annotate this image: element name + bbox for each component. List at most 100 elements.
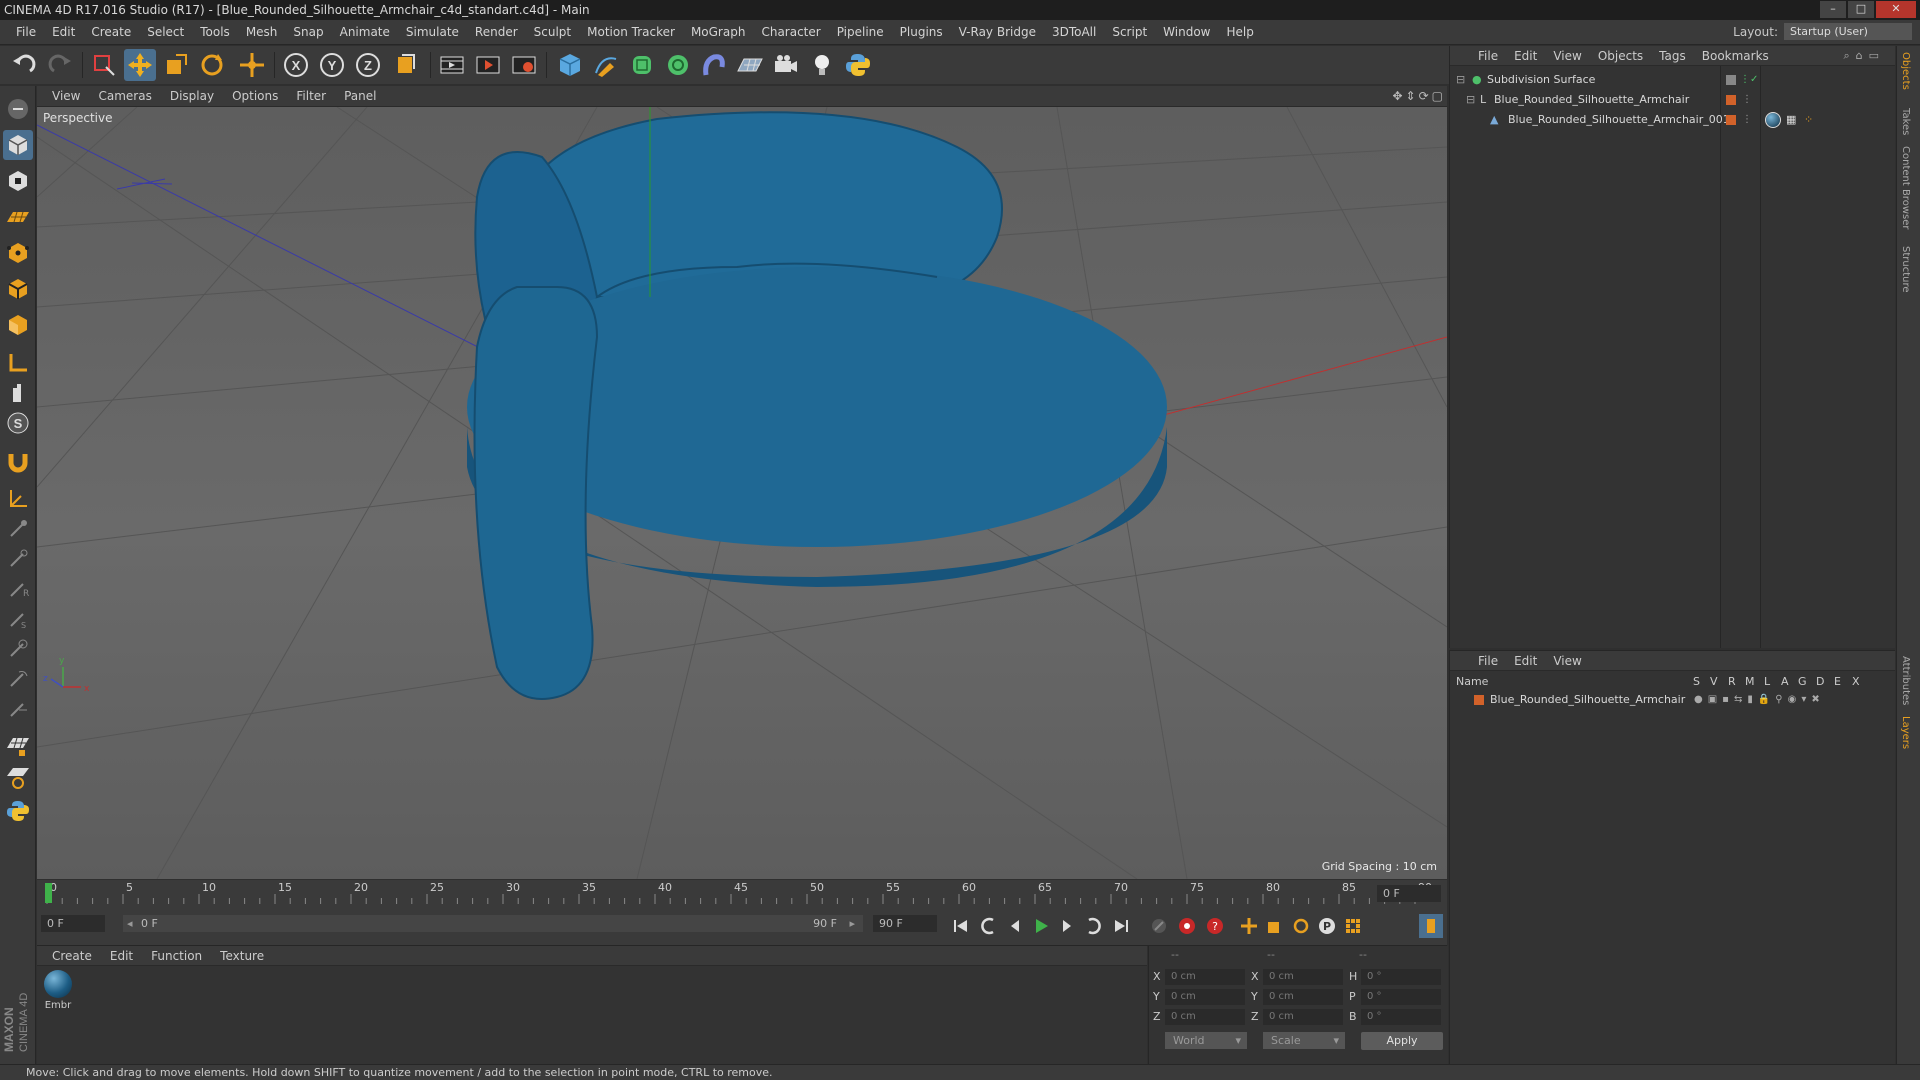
menu-select[interactable]: Select bbox=[139, 25, 192, 39]
layer-col-g[interactable]: G bbox=[1798, 675, 1807, 688]
menu-simulate[interactable]: Simulate bbox=[398, 25, 467, 39]
weight-tool-icon[interactable] bbox=[3, 694, 33, 724]
layer-col-m[interactable]: M bbox=[1745, 675, 1755, 688]
viewport-maximize-icon[interactable]: ▢ bbox=[1432, 89, 1443, 103]
texture-mode-icon[interactable] bbox=[3, 166, 33, 196]
menu-sculpt[interactable]: Sculpt bbox=[526, 25, 579, 39]
menu-plugins[interactable]: Plugins bbox=[892, 25, 951, 39]
menu-pipeline[interactable]: Pipeline bbox=[829, 25, 892, 39]
viewport-menu-panel[interactable]: Panel bbox=[335, 89, 385, 103]
object-search-icon[interactable]: ⌕⌂▭ bbox=[1843, 49, 1885, 63]
bridge-tool-icon[interactable]: R bbox=[3, 574, 33, 604]
material-swatch[interactable]: Embr bbox=[43, 970, 73, 1011]
spline-pen-icon[interactable] bbox=[590, 49, 622, 81]
workplane-mode-icon[interactable] bbox=[3, 202, 33, 232]
menu-help[interactable]: Help bbox=[1218, 25, 1261, 39]
coordinate-space-dropdown[interactable]: World ▾ bbox=[1165, 1032, 1247, 1049]
layer-col-d[interactable]: D bbox=[1816, 675, 1824, 688]
motion-record-icon[interactable] bbox=[1147, 914, 1171, 938]
cloner-icon[interactable] bbox=[662, 49, 694, 81]
render-picture-viewer-icon[interactable] bbox=[472, 49, 504, 81]
key-scale-icon[interactable] bbox=[1263, 914, 1287, 938]
material-menu-edit[interactable]: Edit bbox=[101, 949, 142, 963]
layer-col-a[interactable]: A bbox=[1781, 675, 1789, 688]
uvw-tag-icon[interactable]: ▦ bbox=[1786, 111, 1796, 129]
material-menu-texture[interactable]: Texture bbox=[211, 949, 273, 963]
key-pla-icon[interactable] bbox=[1341, 914, 1365, 938]
coordinate-system-icon[interactable] bbox=[390, 49, 422, 81]
menu-vray-bridge[interactable]: V-Ray Bridge bbox=[951, 25, 1044, 39]
layer-color-icon[interactable] bbox=[1726, 95, 1736, 105]
collapse-icon[interactable]: ⊟ bbox=[1466, 91, 1475, 109]
menu-tools[interactable]: Tools bbox=[192, 25, 238, 39]
start-frame-field[interactable]: 0 F bbox=[41, 915, 105, 932]
objects-menu-edit[interactable]: Edit bbox=[1506, 49, 1545, 63]
viewport-rotate-icon[interactable]: ⟳ bbox=[1419, 89, 1429, 103]
light-icon[interactable] bbox=[806, 49, 838, 81]
undo-icon[interactable] bbox=[8, 49, 40, 81]
axis-lock-icon[interactable] bbox=[3, 484, 33, 514]
side-tab-layers[interactable]: Layers bbox=[1900, 716, 1911, 749]
next-frame-icon[interactable] bbox=[1055, 914, 1079, 938]
object-row-armchair-001[interactable]: ▲ Blue_Rounded_Silhouette_Armchair_001 ⋮… bbox=[1450, 111, 1895, 129]
render-settings-icon[interactable] bbox=[508, 49, 540, 81]
menu-mograph[interactable]: MoGraph bbox=[683, 25, 754, 39]
layer-col-v[interactable]: V bbox=[1710, 675, 1718, 688]
side-tab-takes[interactable]: Takes bbox=[1900, 108, 1911, 135]
redo-icon[interactable] bbox=[44, 49, 76, 81]
layers-menu-edit[interactable]: Edit bbox=[1506, 654, 1545, 668]
points-mode-icon[interactable] bbox=[3, 238, 33, 268]
menu-character[interactable]: Character bbox=[753, 25, 828, 39]
side-tab-objects[interactable]: Objects bbox=[1900, 52, 1911, 90]
objects-menu-view[interactable]: View bbox=[1545, 49, 1589, 63]
material-menu-function[interactable]: Function bbox=[142, 949, 211, 963]
rotation-p-field[interactable]: 0 ° bbox=[1361, 989, 1441, 1005]
edges-mode-icon[interactable] bbox=[3, 274, 33, 304]
timeline-layout-icon[interactable] bbox=[1419, 914, 1443, 938]
menu-mesh[interactable]: Mesh bbox=[238, 25, 286, 39]
viewport-menu-display[interactable]: Display bbox=[161, 89, 223, 103]
rotate-tool-icon[interactable] bbox=[196, 49, 228, 81]
menu-file[interactable]: File bbox=[8, 25, 44, 39]
viewport-menu-view[interactable]: View bbox=[43, 89, 89, 103]
scale-tool-icon[interactable] bbox=[160, 49, 192, 81]
tweak-mode-icon[interactable] bbox=[3, 378, 33, 408]
x-axis-lock-icon[interactable]: X bbox=[280, 49, 312, 81]
menu-window[interactable]: Window bbox=[1155, 25, 1218, 39]
go-to-end-icon[interactable] bbox=[1109, 914, 1133, 938]
brush-tool-icon[interactable] bbox=[3, 514, 33, 544]
menu-script[interactable]: Script bbox=[1104, 25, 1155, 39]
magnet-icon[interactable] bbox=[3, 446, 33, 476]
record-keys-icon[interactable] bbox=[1175, 914, 1199, 938]
menu-3dtoall[interactable]: 3DToAll bbox=[1044, 25, 1104, 39]
layer-col-s[interactable]: S bbox=[1693, 675, 1700, 688]
side-tab-attributes[interactable]: Attributes bbox=[1900, 656, 1911, 705]
python-icon[interactable] bbox=[842, 49, 874, 81]
make-editable-icon[interactable] bbox=[3, 94, 33, 124]
key-parameter-icon[interactable]: P bbox=[1315, 914, 1339, 938]
extrude-tool-icon[interactable]: S bbox=[3, 604, 33, 634]
key-rotation-icon[interactable] bbox=[1289, 914, 1313, 938]
layer-col-r[interactable]: R bbox=[1728, 675, 1736, 688]
previous-key-icon[interactable] bbox=[977, 914, 1001, 938]
current-frame-field[interactable]: 0 F bbox=[1377, 885, 1441, 902]
y-axis-lock-icon[interactable]: Y bbox=[316, 49, 348, 81]
3d-viewport[interactable]: x y z Perspective Grid Spacing : 10 cm bbox=[37, 107, 1447, 879]
render-view-icon[interactable] bbox=[436, 49, 468, 81]
rotation-b-field[interactable]: 0 ° bbox=[1361, 1009, 1441, 1025]
viewport-move-icon[interactable]: ✥ bbox=[1392, 89, 1402, 103]
snap-icon[interactable]: S bbox=[3, 408, 33, 438]
material-menu-create[interactable]: Create bbox=[43, 949, 101, 963]
size-y-field[interactable]: 0 cm bbox=[1263, 989, 1343, 1005]
axis-mode-icon[interactable] bbox=[3, 348, 33, 378]
playhead[interactable] bbox=[45, 883, 52, 903]
position-z-field[interactable]: 0 cm bbox=[1165, 1009, 1245, 1025]
go-to-start-icon[interactable] bbox=[949, 914, 973, 938]
layer-col-x[interactable]: X bbox=[1852, 675, 1860, 688]
layers-menu-file[interactable]: File bbox=[1470, 654, 1506, 668]
z-axis-lock-icon[interactable]: Z bbox=[352, 49, 384, 81]
cube-primitive-icon[interactable] bbox=[554, 49, 586, 81]
size-x-field[interactable]: 0 cm bbox=[1263, 969, 1343, 985]
layer-col-e[interactable]: E bbox=[1834, 675, 1841, 688]
phong-tag-icon[interactable]: ⁘ bbox=[1804, 111, 1813, 129]
